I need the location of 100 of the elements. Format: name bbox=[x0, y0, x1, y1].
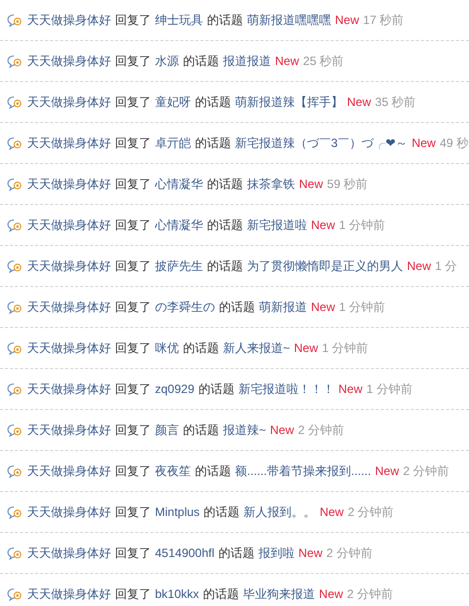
action-text: 回复了 bbox=[115, 53, 151, 70]
topic-link[interactable]: 报到啦 bbox=[258, 544, 294, 562]
author-link[interactable]: 咪优 bbox=[155, 339, 179, 357]
author-link[interactable]: 心情凝华 bbox=[155, 216, 203, 234]
action-text: 回复了 bbox=[115, 176, 151, 193]
comment-bubble-icon bbox=[7, 342, 22, 354]
new-label: New bbox=[275, 53, 300, 70]
comment-bubble-icon bbox=[7, 382, 22, 396]
time-text: 1 分钟前 bbox=[339, 217, 386, 234]
user-link[interactable]: 天天做操身体好 bbox=[27, 544, 111, 562]
comment-bubble-icon bbox=[7, 14, 22, 26]
time-text: 49 秒 bbox=[440, 135, 468, 152]
author-link[interactable]: 卓亓皑 bbox=[155, 134, 191, 152]
author-link[interactable]: zq0929 bbox=[155, 380, 194, 398]
connector-text: 的话题 bbox=[207, 258, 243, 275]
topic-link[interactable]: 抹茶拿铁 bbox=[247, 175, 295, 193]
user-link[interactable]: 天天做操身体好 bbox=[27, 257, 111, 275]
time-text: 1 分钟前 bbox=[322, 340, 368, 357]
connector-text: 的话题 bbox=[207, 12, 243, 29]
action-text: 回复了 bbox=[115, 545, 151, 562]
time-text: 1 分钟前 bbox=[339, 299, 386, 316]
author-link[interactable]: 夜夜笙 bbox=[155, 462, 191, 480]
new-label: New bbox=[375, 463, 400, 480]
topic-link[interactable]: 报道报道 bbox=[223, 52, 271, 70]
author-link[interactable]: 披萨先生 bbox=[155, 257, 203, 275]
new-label: New bbox=[412, 135, 436, 152]
new-label: New bbox=[311, 299, 336, 316]
user-link[interactable]: 天天做操身体好 bbox=[27, 175, 111, 193]
topic-link[interactable]: 额......带着节操来报到...... bbox=[235, 462, 372, 480]
user-link[interactable]: 天天做操身体好 bbox=[27, 52, 111, 70]
user-link[interactable]: 天天做操身体好 bbox=[27, 93, 111, 111]
comment-bubble-icon bbox=[7, 96, 22, 108]
connector-text: 的话题 bbox=[183, 422, 219, 439]
connector-text: 的话题 bbox=[207, 176, 243, 193]
connector-text: 的话题 bbox=[195, 135, 231, 152]
comment-bubble-icon bbox=[7, 424, 22, 436]
time-text: 1 分 bbox=[435, 258, 458, 275]
action-text: 回复了 bbox=[115, 258, 151, 275]
action-text: 回复了 bbox=[115, 94, 151, 111]
topic-link[interactable]: 报道辣~ bbox=[223, 421, 266, 439]
comment-bubble-icon bbox=[7, 546, 22, 560]
new-label: New bbox=[294, 340, 318, 357]
time-text: 17 秒前 bbox=[363, 12, 404, 29]
connector-text: 的话题 bbox=[183, 340, 219, 357]
user-link[interactable]: 天天做操身体好 bbox=[27, 421, 111, 439]
topic-link[interactable]: 为了贯彻懒惰即是正义的男人 bbox=[247, 257, 403, 275]
topic-link[interactable]: 萌新报道辣【挥手】 bbox=[235, 93, 343, 111]
author-link[interactable]: 水源 bbox=[155, 52, 179, 70]
action-text: 回复了 bbox=[115, 135, 151, 152]
connector-text: 的话题 bbox=[203, 586, 240, 603]
new-label: New bbox=[311, 217, 336, 234]
user-link[interactable]: 天天做操身体好 bbox=[27, 503, 111, 521]
new-label: New bbox=[335, 12, 360, 29]
time-text: 2 分钟前 bbox=[348, 504, 394, 521]
new-label: New bbox=[270, 422, 294, 439]
topic-link[interactable]: 新宅报道辣（づ￣3￣）づ╭❤～ bbox=[235, 134, 408, 152]
action-text: 回复了 bbox=[115, 12, 151, 29]
author-link[interactable]: の李舜生の bbox=[155, 298, 215, 316]
author-link[interactable]: 绅士玩具 bbox=[155, 11, 203, 29]
action-text: 回复了 bbox=[115, 217, 151, 234]
topic-link[interactable]: 毕业狗来报道 bbox=[243, 585, 316, 603]
user-link[interactable]: 天天做操身体好 bbox=[27, 11, 111, 29]
connector-text: 的话题 bbox=[218, 545, 254, 562]
action-text: 回复了 bbox=[115, 586, 151, 603]
time-text: 25 秒前 bbox=[303, 53, 344, 70]
connector-text: 的话题 bbox=[195, 94, 231, 111]
comment-bubble-icon bbox=[7, 54, 22, 68]
topic-link[interactable]: 新人来报道~ bbox=[223, 339, 290, 357]
time-text: 2 分钟前 bbox=[347, 586, 394, 603]
connector-text: 的话题 bbox=[207, 217, 243, 234]
user-link[interactable]: 天天做操身体好 bbox=[27, 216, 111, 234]
author-link[interactable]: 心情凝华 bbox=[155, 175, 203, 193]
time-text: 2 分钟前 bbox=[403, 463, 450, 480]
action-text: 回复了 bbox=[115, 381, 151, 398]
new-label: New bbox=[320, 504, 344, 521]
comment-bubble-icon bbox=[7, 300, 22, 314]
author-link[interactable]: 颜言 bbox=[155, 421, 179, 439]
author-link[interactable]: 童妃呀 bbox=[155, 93, 191, 111]
topic-link[interactable]: 新人报到。。 bbox=[244, 503, 316, 521]
author-link[interactable]: Mintplus bbox=[155, 503, 200, 521]
comment-bubble-icon bbox=[7, 218, 22, 232]
connector-text: 的话题 bbox=[219, 299, 255, 316]
comment-bubble-icon bbox=[7, 588, 22, 600]
user-link[interactable]: 天天做操身体好 bbox=[27, 134, 111, 152]
user-link[interactable]: 天天做操身体好 bbox=[27, 462, 111, 480]
topic-link[interactable]: 新宅报道啦！！！ bbox=[238, 380, 334, 398]
topic-link[interactable]: 新宅报道啦 bbox=[247, 216, 307, 234]
connector-text: 的话题 bbox=[204, 504, 240, 521]
user-link[interactable]: 天天做操身体好 bbox=[27, 339, 111, 357]
author-link[interactable]: bk10kkx bbox=[155, 585, 200, 603]
topic-link[interactable]: 萌新报道嘿嘿嘿 bbox=[247, 11, 331, 29]
new-label: New bbox=[338, 381, 362, 398]
user-link[interactable]: 天天做操身体好 bbox=[27, 380, 111, 398]
comment-bubble-icon bbox=[7, 178, 22, 190]
user-link[interactable]: 天天做操身体好 bbox=[27, 298, 111, 316]
author-link[interactable]: 4514900hfl bbox=[155, 544, 214, 562]
topic-link[interactable]: 萌新报道 bbox=[259, 298, 307, 316]
comment-bubble-icon bbox=[7, 260, 22, 272]
connector-text: 的话题 bbox=[183, 53, 219, 70]
user-link[interactable]: 天天做操身体好 bbox=[27, 585, 111, 603]
